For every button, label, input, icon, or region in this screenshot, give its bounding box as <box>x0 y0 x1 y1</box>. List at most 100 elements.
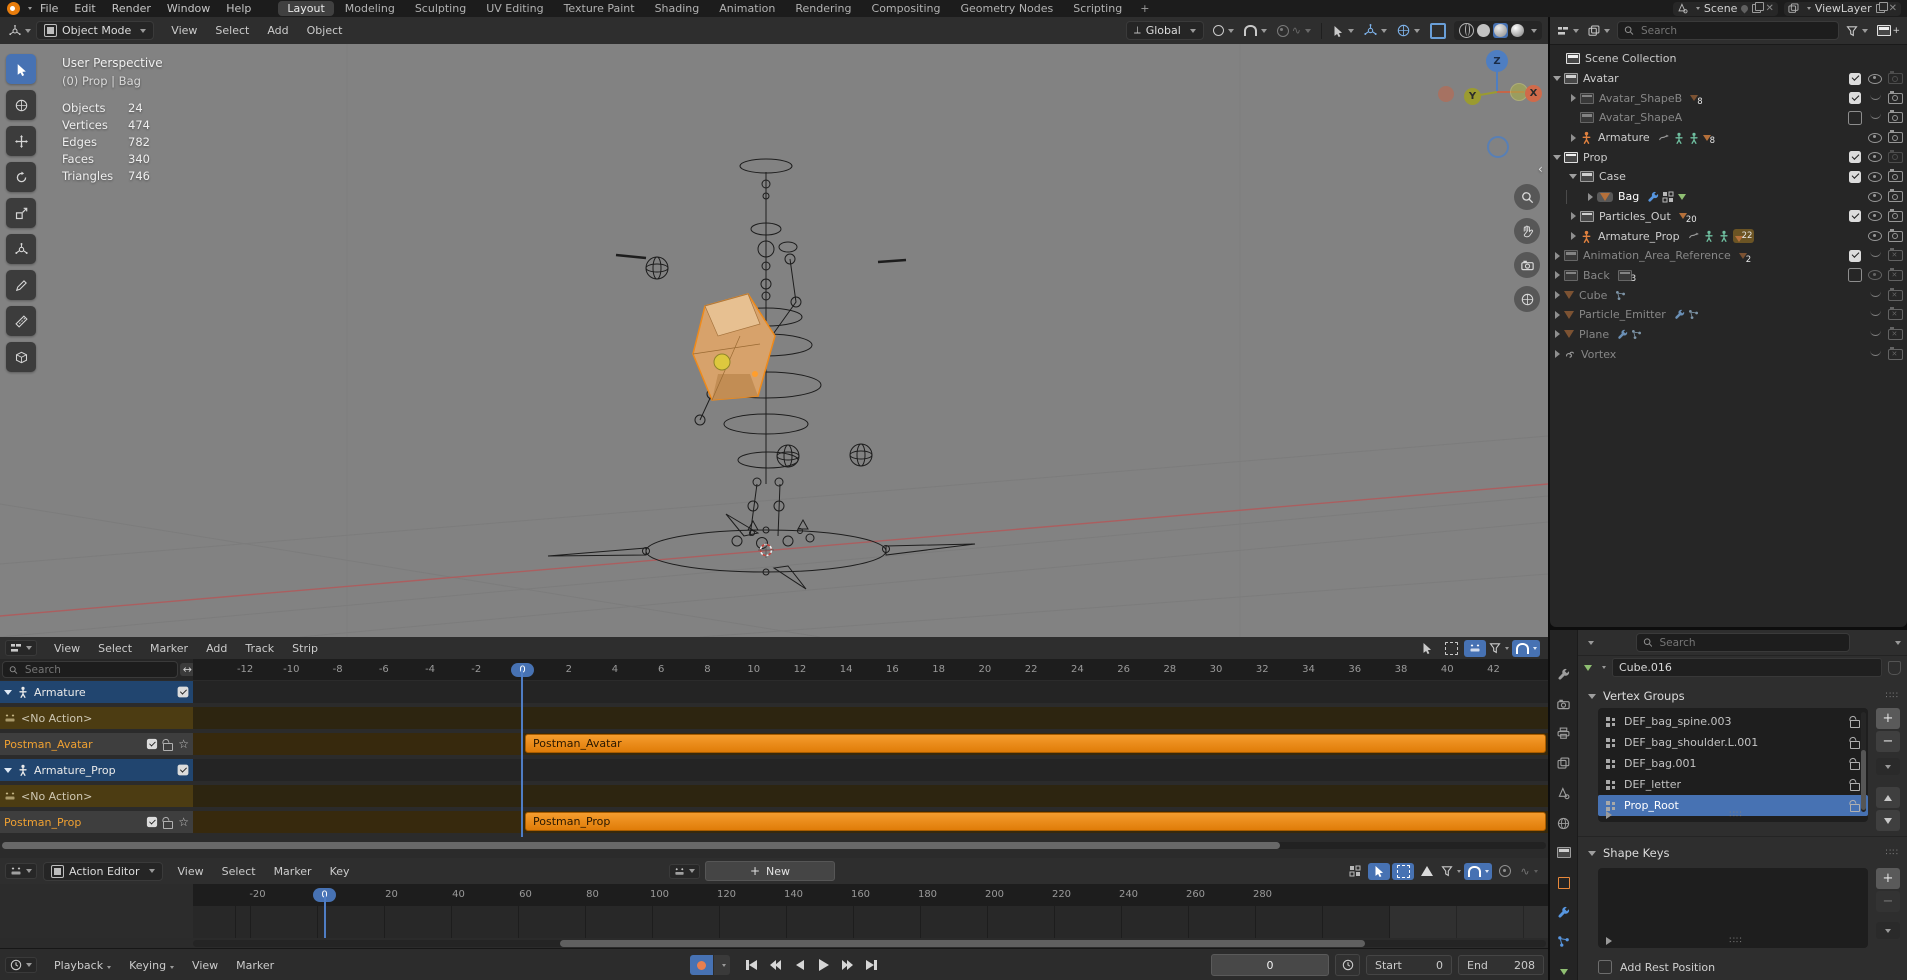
workspace-tab[interactable]: Animation <box>710 1 784 16</box>
collapsed-icon[interactable] <box>1555 291 1560 299</box>
prev-keyframe-button[interactable] <box>764 955 787 975</box>
workspace-tab[interactable]: Compositing <box>863 1 950 16</box>
warning-icon[interactable] <box>1416 863 1438 880</box>
keying-menu[interactable]: Keying <box>120 959 183 972</box>
shape-key-specials-button[interactable] <box>1876 922 1900 939</box>
tab-scene[interactable] <box>1553 785 1575 802</box>
nla-search-input[interactable] <box>23 663 171 677</box>
nla-scrollbar-handle[interactable] <box>2 842 1280 849</box>
snap-toggle-button[interactable] <box>1239 23 1272 38</box>
hide-icon[interactable] <box>1870 251 1881 257</box>
outliner-search-input[interactable] <box>1639 24 1832 38</box>
workspace-tab[interactable]: Geometry Nodes <box>951 1 1062 16</box>
move-group-up-button[interactable] <box>1876 787 1900 808</box>
shape-keys-panel-header[interactable]: Shape Keys ∷∷ <box>1578 840 1907 864</box>
mode-select[interactable]: Object Mode <box>36 21 154 40</box>
tab-world[interactable] <box>1553 815 1575 832</box>
outliner-row-prop[interactable]: Prop <box>1550 147 1907 167</box>
add-workspace-button[interactable]: + <box>1132 2 1157 15</box>
wireframe-shading-button[interactable] <box>1459 23 1474 38</box>
menu-item[interactable]: Track <box>236 642 283 655</box>
action-browse-button[interactable] <box>669 864 700 879</box>
outliner-row-avatar-shapea[interactable]: Avatar_ShapeA <box>1550 108 1907 128</box>
move-group-down-button[interactable] <box>1876 810 1900 831</box>
hide-icon[interactable] <box>1868 172 1882 182</box>
close-scene-icon[interactable]: ✕ <box>1765 4 1773 14</box>
region-collapse-icon[interactable]: ‹ <box>1538 162 1543 176</box>
list-footer-arrow-icon[interactable] <box>1606 937 1612 945</box>
outliner-row-plane[interactable]: Plane <box>1550 325 1907 345</box>
panel-grip-icon[interactable]: ∷∷ <box>1886 691 1899 701</box>
tab-modifiers[interactable] <box>1553 904 1575 921</box>
dope-proportional-button[interactable] <box>1494 863 1516 880</box>
render-visibility-icon[interactable] <box>1888 112 1903 123</box>
tab-render[interactable] <box>1553 696 1575 713</box>
scale-tool[interactable] <box>6 198 36 228</box>
viewlayer-dropdown-icon[interactable] <box>1807 7 1811 10</box>
fake-user-shield-icon[interactable] <box>1888 661 1901 675</box>
auto-keying-dropdown[interactable] <box>714 955 730 975</box>
dope-channel-region[interactable] <box>0 884 194 938</box>
collapsed-icon[interactable] <box>1571 134 1576 142</box>
nla-tweak-tool[interactable] <box>1464 640 1486 657</box>
rotate-tool[interactable] <box>6 162 36 192</box>
hide-icon[interactable] <box>1868 133 1882 143</box>
auto-keying-button[interactable] <box>690 955 713 975</box>
jump-to-end-button[interactable] <box>860 955 883 975</box>
collapsed-icon[interactable] <box>1571 212 1576 220</box>
scene-dropdown-icon[interactable] <box>1696 7 1700 10</box>
play-button[interactable] <box>812 955 835 975</box>
menu-item[interactable]: View <box>169 865 213 878</box>
menu-item[interactable]: Help <box>218 2 259 15</box>
properties-search[interactable] <box>1636 633 1850 652</box>
blender-logo-icon[interactable] <box>7 2 20 15</box>
track-mute-checkbox[interactable] <box>147 739 157 749</box>
properties-options-icon[interactable] <box>1895 641 1901 645</box>
gizmo-z-neg-axis[interactable] <box>1487 136 1509 158</box>
workspace-tab[interactable]: Rendering <box>786 1 860 16</box>
outliner-search[interactable] <box>1617 21 1839 40</box>
nla-channel-object[interactable]: Armature_Prop <box>0 759 193 781</box>
menu-item[interactable]: Strip <box>283 642 327 655</box>
annotate-tool[interactable] <box>6 270 36 300</box>
menu-item[interactable]: File <box>32 2 66 15</box>
show-overlays-button[interactable] <box>1392 22 1425 39</box>
menu-item[interactable]: Edit <box>66 2 103 15</box>
collapsed-icon[interactable] <box>1571 232 1576 240</box>
vertex-group-item[interactable]: DEF_bag_shoulder.L.001 <box>1598 732 1868 753</box>
transform-tool[interactable] <box>6 234 36 264</box>
hide-icon[interactable] <box>1868 231 1882 241</box>
render-disabled-icon[interactable] <box>1888 309 1903 320</box>
workspace-tab[interactable]: UV Editing <box>477 1 552 16</box>
play-reverse-button[interactable] <box>788 955 811 975</box>
hide-icon[interactable] <box>1868 270 1882 280</box>
vertex-groups-panel-header[interactable]: Vertex Groups ∷∷ <box>1578 683 1907 707</box>
vertex-group-item[interactable]: DEF_letter <box>1598 774 1868 795</box>
nla-lane[interactable] <box>193 759 1548 781</box>
close-viewlayer-icon[interactable]: ✕ <box>1889 4 1897 14</box>
render-visibility-icon[interactable] <box>1888 152 1903 163</box>
unlock-icon[interactable] <box>1850 741 1860 749</box>
current-frame-field[interactable]: 0 <box>1211 954 1329 976</box>
menu-item[interactable]: Window <box>159 2 218 15</box>
list-resize-grip[interactable]: ∷∷ <box>1729 810 1742 820</box>
gizmo-z-axis[interactable]: Z <box>1486 50 1508 72</box>
nla-channel-strip-track[interactable]: Postman_Avatar ☆ <box>0 733 193 755</box>
outliner-display-mode-button[interactable] <box>1586 24 1612 38</box>
vertex-group-item[interactable]: DEF_bag.001 <box>1598 753 1868 774</box>
dope-snap-button[interactable] <box>1464 863 1492 880</box>
list-footer-arrow-icon[interactable] <box>1606 811 1612 819</box>
expanded-icon[interactable] <box>1553 76 1561 81</box>
dope-scrollbar[interactable] <box>193 940 1546 947</box>
new-scene-icon[interactable] <box>1752 4 1761 13</box>
nla-strip[interactable]: Postman_Avatar <box>525 734 1546 753</box>
add-cube-tool[interactable] <box>6 342 36 372</box>
render-visibility-icon[interactable] <box>1888 191 1903 202</box>
collection-checkbox[interactable] <box>1848 111 1862 125</box>
playback-menu[interactable]: Playback <box>45 959 120 972</box>
outliner-row-particle-emitter[interactable]: Particle_Emitter <box>1550 305 1907 325</box>
scene-selector[interactable]: Scene ✕ <box>1673 2 1778 16</box>
menu-item[interactable]: Select <box>213 865 265 878</box>
toggle-xray-button[interactable] <box>1425 21 1451 41</box>
menu-item[interactable]: Marker <box>141 642 197 655</box>
